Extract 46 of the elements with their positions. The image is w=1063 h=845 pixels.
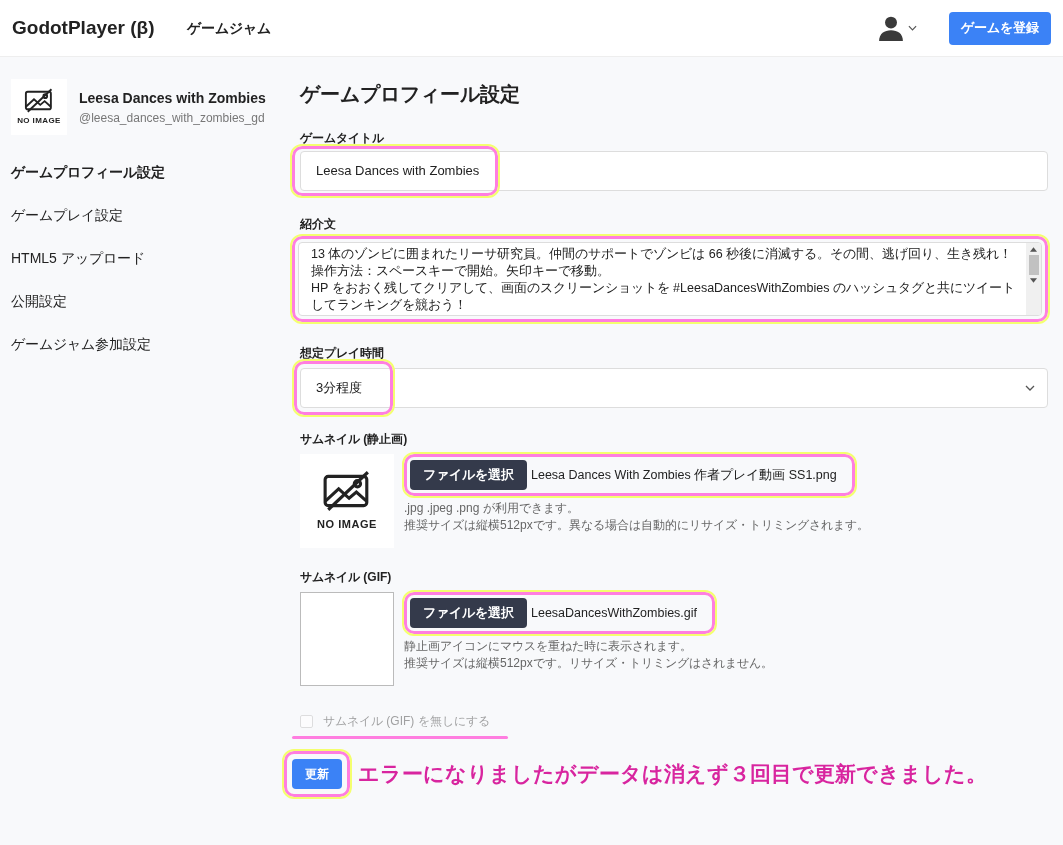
- sidebar-item[interactable]: 公開設定: [11, 280, 300, 323]
- sidebar-item[interactable]: ゲームジャム参加設定: [11, 323, 300, 366]
- chevron-down-icon[interactable]: [908, 25, 917, 31]
- checkbox-label: サムネイル (GIF) を無しにする: [323, 713, 490, 730]
- brand-logo[interactable]: GodotPlayer (β): [12, 13, 155, 43]
- game-name: Leesa Dances with Zombies: [79, 88, 266, 108]
- description-textarea[interactable]: 13 体のゾンビに囲まれたリーサ研究員。仲間のサポートでゾンビは 66 秒後に消滅する。その間、逃げ回り、生き残れ！ 操作方法：スペースキーで開始。矢印キーで移動。 HP をおおく残してクリアして、画面のスクリーンショットを #LeesaDancesWithZombies のハッシュタグと共にツイート してランキングを競おう！: [298, 242, 1042, 316]
- field-label: サムネイル (GIF): [300, 569, 393, 586]
- page-title: ゲームプロフィール設定: [300, 82, 521, 107]
- chevron-down-icon: [1025, 385, 1035, 391]
- choose-file-button[interactable]: ファイルを選択: [410, 598, 527, 628]
- scroll-up-icon[interactable]: [1030, 247, 1037, 252]
- title-input-field[interactable]: Leesa Dances with Zombies: [300, 151, 1048, 191]
- user-avatar-icon[interactable]: [878, 15, 904, 41]
- field-label: 紹介文: [300, 216, 337, 233]
- register-game-button[interactable]: ゲームを登録: [949, 11, 1051, 45]
- description-line: 操作方法：スペースキーで開始。矢印キーで移動。: [311, 263, 611, 280]
- no-image-label: NO IMAGE: [17, 114, 61, 127]
- description-line: HP をおおく残してクリアして、画面のスクリーンショットを #LeesaDancesWithZombies のハッシュタグと共にツイート: [311, 280, 1016, 297]
- file-name: Leesa Dances With Zombies 作者プレイ動画 SS1.png: [531, 466, 837, 484]
- sidebar-item[interactable]: ゲームプロフィール設定: [11, 151, 300, 194]
- playtime-select[interactable]: 3分程度: [300, 368, 1048, 408]
- hint-text: 推奨サイズは縦横512pxです。異なる場合は自動的にリサイズ・トリミングされます。: [404, 517, 869, 534]
- field-label: サムネイル (静止画): [300, 431, 409, 448]
- file-field[interactable]: ファイルを選択 Leesa Dances With Zombies 作者プレイ動画 SS1.png: [404, 454, 855, 496]
- scroll-down-icon[interactable]: [1030, 278, 1037, 283]
- nav-link[interactable]: ゲームジャム: [186, 17, 271, 39]
- file-field[interactable]: ファイルを選択 LeesaDancesWithZombies.gif: [404, 592, 716, 634]
- hint-text: 推奨サイズは縦横512pxです。リサイズ・トリミングはされません。: [404, 655, 773, 672]
- file-name: LeesaDancesWithZombies.gif: [531, 604, 698, 622]
- description-line: 13 体のゾンビに囲まれたリーサ研究員。仲間のサポートでゾンビは 66 秒後に消滅する。その間、逃げ回り、生き残れ！: [311, 246, 1014, 263]
- game-handle: @leesa_dances_with_zombies_gd: [79, 109, 266, 127]
- hint-text: 静止画アイコンにマウスを重ねた時に表示されます。: [404, 638, 693, 655]
- description-line: してランキングを競おう！: [311, 297, 468, 314]
- field-label: 想定プレイ時間: [300, 345, 385, 362]
- choose-file-button[interactable]: ファイルを選択: [410, 460, 527, 490]
- image-placeholder-icon: [24, 87, 54, 113]
- scrollbar-thumb[interactable]: [1028, 255, 1039, 275]
- sidebar-item[interactable]: ゲームプレイ設定: [11, 194, 300, 237]
- field-label: ゲームタイトル: [300, 130, 385, 147]
- update-button[interactable]: 更新: [292, 759, 342, 789]
- no-image-label: NO IMAGE: [317, 516, 377, 532]
- hint-text: .jpg .jpeg .png が利用できます。: [404, 500, 580, 517]
- annotation-text: エラーになりましたがデータは消えず３回目で更新できました。: [358, 761, 987, 788]
- sidebar-item[interactable]: HTML5 アップロード: [11, 237, 300, 280]
- image-placeholder-icon: [322, 469, 372, 512]
